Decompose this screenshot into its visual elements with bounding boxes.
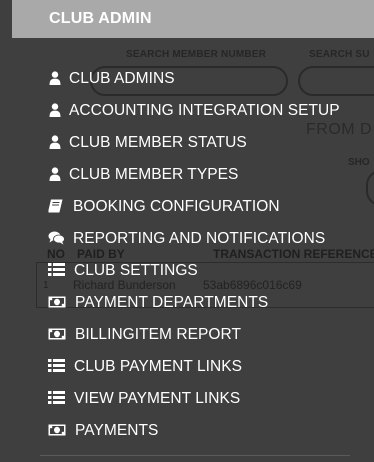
menu-item-label: ACCOUNTING INTEGRATION SETUP bbox=[69, 102, 340, 119]
menu-item-label: CLUB MEMBER TYPES bbox=[69, 166, 239, 183]
menu-item-billingitem-report[interactable]: BILLINGITEM REPORT bbox=[0, 320, 374, 350]
menu-item-label: VIEW PAYMENT LINKS bbox=[74, 390, 241, 407]
menu-item-club-admins[interactable]: CLUB ADMINS bbox=[0, 64, 374, 94]
user-icon bbox=[49, 167, 61, 181]
menu-item-label: CLUB SETTINGS bbox=[74, 262, 198, 279]
menu-item-booking-configuration[interactable]: BOOKING CONFIGURATION bbox=[0, 192, 374, 222]
user-icon bbox=[49, 135, 61, 149]
list-icon bbox=[48, 359, 65, 372]
menu-item-club-settings[interactable]: CLUB SETTINGS bbox=[0, 256, 374, 286]
user-icon bbox=[49, 71, 61, 85]
menu-item-payment-departments[interactable]: PAYMENT DEPARTMENTS bbox=[0, 288, 374, 318]
search-member-label: SEARCH MEMBER NUMBER bbox=[126, 49, 267, 60]
menu-item-label: BOOKING CONFIGURATION bbox=[73, 198, 280, 215]
money-icon bbox=[48, 424, 66, 436]
club-admin-header[interactable]: CLUB ADMIN bbox=[12, 0, 374, 38]
money-icon bbox=[48, 328, 66, 340]
list-icon bbox=[48, 391, 65, 404]
menu-item-club-payment-links[interactable]: CLUB PAYMENT LINKS bbox=[0, 352, 374, 382]
money-icon bbox=[48, 296, 66, 308]
comments-icon bbox=[48, 231, 65, 245]
menu-item-club-member-types[interactable]: CLUB MEMBER TYPES bbox=[0, 160, 374, 190]
menu-item-accounting-integration-setup[interactable]: ACCOUNTING INTEGRATION SETUP bbox=[0, 96, 374, 126]
menu-bottom-divider bbox=[40, 455, 350, 456]
header-title: CLUB ADMIN bbox=[49, 10, 152, 27]
menu-item-label: PAYMENTS bbox=[75, 422, 159, 439]
menu-item-view-payment-links[interactable]: VIEW PAYMENT LINKS bbox=[0, 384, 374, 414]
menu-item-club-member-status[interactable]: CLUB MEMBER STATUS bbox=[0, 128, 374, 158]
user-icon bbox=[49, 103, 61, 117]
list-icon bbox=[48, 263, 65, 276]
screen: SEARCH MEMBER NUMBER SEARCH SU FROM D SH… bbox=[0, 0, 374, 462]
menu-item-label: CLUB PAYMENT LINKS bbox=[74, 358, 243, 375]
search-second-label: SEARCH SU bbox=[309, 49, 370, 60]
menu-item-label: CLUB ADMINS bbox=[69, 70, 175, 87]
menu-item-label: REPORTING AND NOTIFICATIONS bbox=[73, 230, 326, 247]
menu-item-label: PAYMENT DEPARTMENTS bbox=[75, 294, 269, 311]
menu-item-payments[interactable]: PAYMENTS bbox=[0, 416, 374, 446]
menu-item-label: CLUB MEMBER STATUS bbox=[69, 134, 247, 151]
menu-item-label: BILLINGITEM REPORT bbox=[75, 326, 241, 343]
book-icon bbox=[48, 199, 63, 213]
menu-item-reporting-and-notifications[interactable]: REPORTING AND NOTIFICATIONS bbox=[0, 224, 374, 254]
